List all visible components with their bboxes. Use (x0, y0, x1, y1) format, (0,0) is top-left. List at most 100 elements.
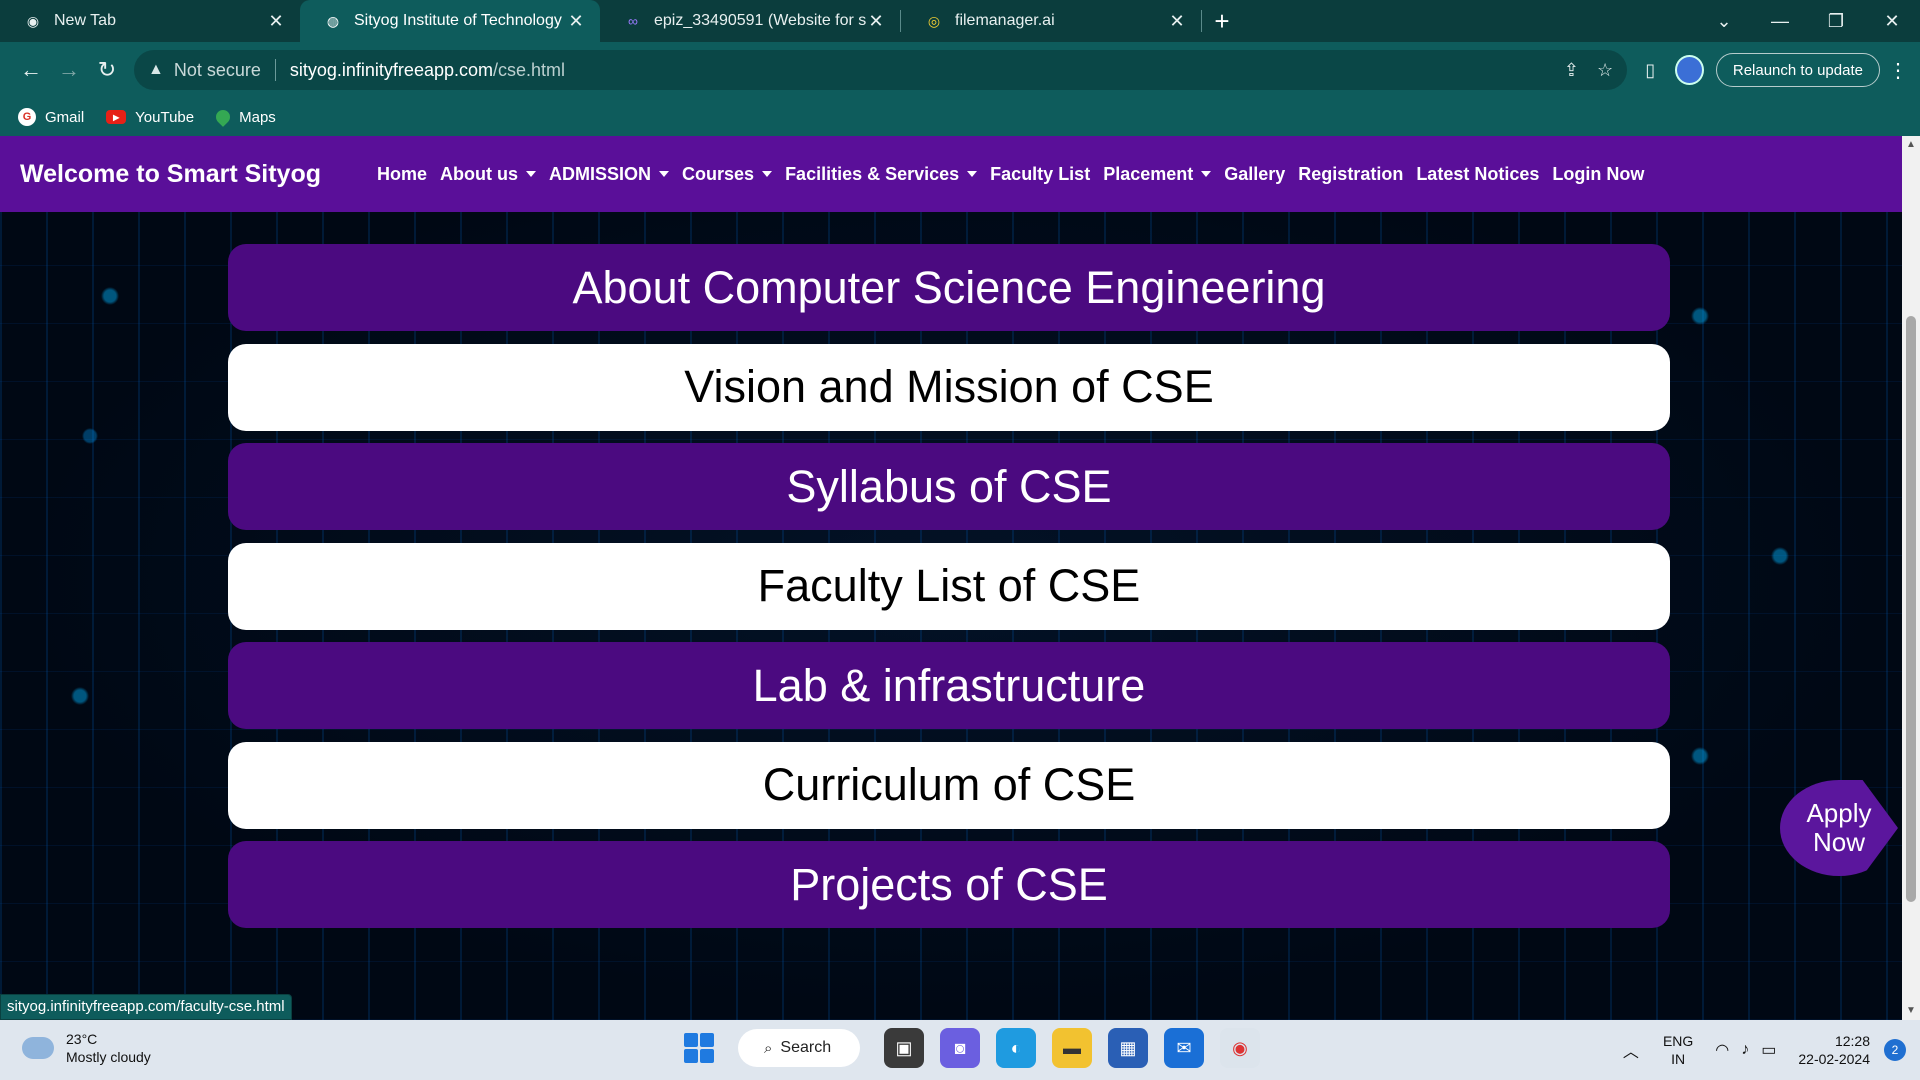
browser-tab-bar: ◉ New Tab ✕ ◍ Sityog Institute of Techno… (0, 0, 1920, 42)
lang-line-1: ENG (1662, 1033, 1694, 1049)
globe-icon: ◍ (326, 12, 340, 29)
tab-search-chevron-icon[interactable]: ⌄ (1696, 11, 1752, 32)
tab-close-icon[interactable]: ✕ (866, 11, 886, 32)
edge-icon[interactable]: ◐ (996, 1028, 1036, 1068)
new-tab-button[interactable]: + (1202, 0, 1242, 42)
windows-taskbar: 23°C Mostly cloudy ⌕ Search ▣ ◙ ◐ ▬ ▦ ✉ … (0, 1020, 1920, 1080)
bookmark-label: YouTube (135, 108, 195, 126)
close-window-icon[interactable]: ✕ (1864, 11, 1920, 32)
section-curriculum[interactable]: Curriculum of CSE (228, 741, 1670, 829)
apply-line-1: Apply (1806, 798, 1872, 828)
warning-icon: ▲ (148, 61, 164, 78)
chrome-icon: ◉ (26, 12, 40, 29)
tab-close-icon[interactable]: ✕ (566, 11, 586, 32)
address-bar[interactable]: ▲ Not secure sityog.infinityfreeapp.com … (134, 50, 1628, 90)
tab-title: Sityog Institute of Technology (354, 12, 562, 29)
minimize-icon[interactable]: — (1752, 11, 1808, 32)
security-label: Not secure (173, 59, 261, 80)
restore-icon[interactable]: ❐ (1808, 11, 1864, 32)
back-icon[interactable]: ← (12, 50, 50, 90)
nav-faculty-list[interactable]: Faculty List (990, 164, 1090, 185)
nav-courses[interactable]: Courses (682, 164, 773, 185)
forward-icon[interactable]: → (50, 50, 88, 90)
search-label: Search (780, 1039, 832, 1056)
nav-latest-notices[interactable]: Latest Notices (1416, 164, 1539, 185)
tab-close-icon[interactable]: ✕ (1167, 11, 1187, 32)
cse-sections: About Computer Science Engineering Visio… (228, 244, 1670, 941)
nav-login-now[interactable]: Login Now (1552, 164, 1644, 185)
tab-epiz[interactable]: ∞ epiz_33490591 (Website for sityo ✕ (600, 0, 900, 42)
bookmark-label: Gmail (45, 108, 85, 126)
section-lab-infrastructure[interactable]: Lab & infrastructure (228, 642, 1670, 729)
bookmark-youtube[interactable]: ▶ YouTube (106, 109, 194, 126)
share-icon[interactable]: ⇪ (1564, 60, 1579, 81)
section-projects[interactable]: Projects of CSE (228, 841, 1670, 928)
tab-title: filemanager.ai (955, 12, 1055, 29)
side-panel-icon[interactable]: ▯ (1631, 50, 1669, 90)
bookmark-maps[interactable]: Maps (213, 107, 276, 127)
scroll-thumb[interactable] (1906, 316, 1916, 902)
apply-now-button[interactable]: Apply Now (1780, 780, 1898, 876)
bookmark-gmail[interactable]: G Gmail (18, 108, 84, 126)
kebab-menu-icon[interactable]: ⋮ (1888, 58, 1908, 83)
nav-home[interactable]: Home (377, 164, 427, 185)
clock-time: 12:28 (1834, 1033, 1870, 1049)
site-brand[interactable]: Welcome to Smart Sityog (20, 160, 321, 189)
nav-admission[interactable]: ADMISSION (549, 164, 670, 185)
taskbar-clock[interactable]: 12:28 22-02-2024 (1798, 1032, 1870, 1068)
battery-icon[interactable]: ▭ (1761, 1040, 1776, 1060)
tab-filemanager[interactable]: ◎ filemanager.ai ✕ (901, 0, 1201, 42)
taskbar-apps: ⌕ Search ▣ ◙ ◐ ▬ ▦ ✉ ◉ (684, 1028, 1268, 1068)
profile-avatar[interactable] (1675, 55, 1704, 85)
nav-about-us[interactable]: About us (440, 164, 537, 185)
site-nav: Home About us ADMISSION Courses Faciliti… (377, 164, 1657, 185)
tab-sityog[interactable]: ◍ Sityog Institute of Technology ✕ (300, 0, 600, 42)
cloudy-weather-icon (18, 1029, 54, 1059)
weather-widget[interactable]: 23°C Mostly cloudy (18, 1029, 151, 1066)
url-host: sityog.infinityfreeapp.com (289, 59, 493, 80)
window-controls: ⌄ — ❐ ✕ (1696, 0, 1920, 42)
lang-line-2: IN (1671, 1051, 1686, 1067)
section-vision-mission[interactable]: Vision and Mission of CSE (228, 343, 1670, 431)
tab-close-icon[interactable]: ✕ (266, 11, 286, 32)
url-path: /cse.html (493, 59, 566, 80)
microsoft-store-icon[interactable]: ▦ (1108, 1028, 1148, 1068)
apply-line-2: Now (1812, 827, 1865, 857)
system-tray: ︿ ENG IN ◠ ♪ ▭ 12:28 22-02-2024 2 (1623, 1020, 1920, 1080)
mail-icon[interactable]: ✉ (1164, 1028, 1204, 1068)
reload-icon[interactable]: ↻ (88, 50, 126, 90)
nav-gallery[interactable]: Gallery (1224, 164, 1285, 185)
task-view-icon[interactable]: ▣ (884, 1028, 924, 1068)
omnibox-divider (274, 59, 276, 81)
tab-title: epiz_33490591 (Website for sityo (654, 12, 866, 29)
bookmark-star-icon[interactable]: ☆ (1597, 60, 1613, 81)
section-about-cse[interactable]: About Computer Science Engineering (228, 244, 1670, 331)
notification-badge[interactable]: 2 (1884, 1039, 1906, 1061)
scroll-up-icon[interactable]: ▲ (1902, 136, 1920, 154)
bookmarks-bar: G Gmail ▶ YouTube Maps (0, 98, 1920, 136)
gmail-icon: G (18, 108, 36, 126)
tray-overflow-chevron-icon[interactable]: ︿ (1623, 1038, 1639, 1062)
teams-chat-icon[interactable]: ◙ (940, 1028, 980, 1068)
weather-desc: Mostly cloudy (66, 1049, 151, 1065)
section-syllabus[interactable]: Syllabus of CSE (228, 443, 1670, 530)
search-icon: ⌕ (764, 1039, 773, 1057)
volume-icon[interactable]: ♪ (1741, 1041, 1749, 1059)
wifi-icon[interactable]: ◠ (1715, 1040, 1729, 1060)
file-explorer-icon[interactable]: ▬ (1052, 1028, 1092, 1068)
weather-text: 23°C Mostly cloudy (66, 1030, 151, 1066)
nav-placement[interactable]: Placement (1103, 164, 1212, 185)
windows-start-icon[interactable] (684, 1033, 714, 1063)
chrome-taskbar-icon[interactable]: ◉ (1220, 1028, 1260, 1068)
caret-down-icon (967, 171, 978, 177)
scroll-down-icon[interactable]: ▼ (1902, 1002, 1920, 1020)
tab-new-tab[interactable]: ◉ New Tab ✕ (0, 0, 300, 42)
nav-facilities[interactable]: Facilities & Services (785, 164, 978, 185)
nav-registration[interactable]: Registration (1298, 164, 1403, 185)
language-indicator[interactable]: ENG IN (1663, 1032, 1693, 1068)
taskbar-search[interactable]: ⌕ Search (738, 1029, 860, 1067)
relaunch-button[interactable]: Relaunch to update (1715, 53, 1880, 87)
page-scrollbar[interactable]: ▲ ▼ (1902, 136, 1920, 1020)
section-faculty-list[interactable]: Faculty List of CSE (228, 542, 1670, 630)
maps-icon (213, 107, 234, 127)
